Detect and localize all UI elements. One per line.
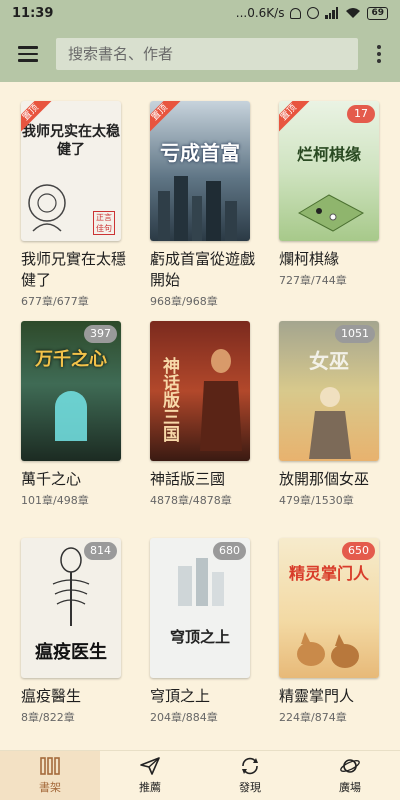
book-item[interactable]: 烂柯棋缘 置顶 17 爛柯棋緣 727章/744章 (279, 101, 389, 288)
chapter-progress: 677章/677章 (21, 295, 89, 308)
book-item[interactable]: 万千之心 397 萬千之心 101章/498章 (21, 321, 131, 508)
bookshelf-icon (40, 757, 60, 775)
book-title: 瘟疫醫生 (21, 687, 82, 705)
unread-count-badge: 1051 (335, 325, 375, 343)
book-item[interactable]: 精灵掌门人 650 精靈掌門人 224章/874章 (279, 538, 389, 725)
nav-bookshelf[interactable]: 書架 (0, 751, 100, 800)
status-bar: 11:39 ...0.6K/s 69 (0, 0, 400, 26)
book-cover: 我师兄实在太稳健了 正言 佳句 置顶 (21, 101, 121, 241)
fox-creatures-illustration (297, 632, 359, 668)
seal-stamp: 正言 佳句 (93, 211, 115, 235)
book-item[interactable]: 穹顶之上 680 穹頂之上 204章/884章 (150, 538, 260, 725)
nav-label: 發現 (239, 781, 261, 794)
chapter-progress: 101章/498章 (21, 494, 89, 507)
book-cover: 亏成首富 置顶 (150, 101, 250, 241)
book-item[interactable]: 我师兄实在太稳健了 正言 佳句 置顶 我师兄實在太穩健了 677章/677章 (21, 101, 131, 309)
unread-count-badge: 680 (213, 542, 246, 560)
unread-count-badge: 17 (347, 105, 375, 123)
go-board-illustration (297, 194, 365, 232)
cover-text: 烂柯棋缘 (296, 145, 361, 164)
chapter-progress: 727章/744章 (279, 274, 347, 287)
book-title: 爛柯棋緣 (279, 250, 340, 268)
chapter-progress: 968章/968章 (150, 295, 218, 308)
book-item[interactable]: 神话版三国 神話版三國 4878章/4878章 (150, 321, 260, 508)
bookshelf-grid: 我师兄实在太稳健了 正言 佳句 置顶 我师兄實在太穩健了 677章/677章 亏成… (0, 82, 400, 750)
hamburger-menu-icon[interactable] (0, 26, 56, 82)
paper-plane-icon (140, 757, 160, 775)
cartoon-illustration (28, 184, 66, 232)
cover-text: 神话版三国 (159, 356, 179, 442)
book-cover: 万千之心 397 (21, 321, 121, 461)
book-title: 精靈掌門人 (279, 687, 355, 705)
nav-label: 書架 (39, 781, 61, 794)
cover-text: 女巫 (309, 349, 349, 373)
nav-square[interactable]: 廣場 (300, 751, 400, 800)
pinned-badge: 置顶 (150, 101, 183, 136)
status-time: 11:39 (12, 5, 54, 21)
nav-discover[interactable]: 發現 (200, 751, 300, 800)
wifi-icon (346, 8, 361, 18)
chapter-progress: 204章/884章 (150, 711, 218, 724)
battery-icon: 69 (367, 6, 388, 20)
book-cover: 精灵掌门人 650 (279, 538, 379, 678)
book-title: 穹頂之上 (150, 687, 211, 705)
book-item[interactable]: 女巫 1051 放開那個女巫 479章/1530章 (279, 321, 389, 508)
unread-count-badge: 650 (342, 542, 375, 560)
book-title: 神話版三國 (150, 470, 226, 488)
pinned-badge: 置顶 (279, 101, 312, 136)
nav-label: 推薦 (139, 781, 161, 794)
book-cover: 神话版三国 (150, 321, 250, 461)
cover-text: 亏成首富 (160, 141, 240, 165)
bottom-navigation: 書架 推薦 發現 廣場 (0, 750, 400, 800)
cover-text: 我师兄实在太稳健了 (22, 124, 120, 158)
discover-refresh-icon (242, 757, 258, 775)
glowing-doorway (55, 391, 87, 441)
alarm-clock-icon (307, 7, 320, 19)
book-item[interactable]: 亏成首富 置顶 虧成首富從遊戲開始 968章/968章 (150, 101, 260, 309)
unread-count-badge: 814 (84, 542, 117, 560)
chapter-progress: 4878章/4878章 (150, 494, 232, 507)
book-cover: 瘟疫医生 814 (21, 538, 121, 678)
book-cover: 穹顶之上 680 (150, 538, 250, 678)
book-cover: 女巫 1051 (279, 321, 379, 461)
unread-count-badge: 397 (84, 325, 117, 343)
search-input[interactable] (56, 38, 358, 70)
status-icons: ...0.6K/s 69 (236, 6, 388, 20)
book-cover: 烂柯棋缘 置顶 17 (279, 101, 379, 241)
cover-text: 精灵掌门人 (288, 564, 369, 583)
city-skyline (158, 176, 237, 241)
more-vertical-icon[interactable] (358, 26, 400, 82)
chapter-progress: 8章/822章 (21, 711, 75, 724)
warrior-illustration (200, 349, 242, 451)
nav-recommend[interactable]: 推薦 (100, 751, 200, 800)
book-title: 我师兄實在太穩健了 (21, 250, 127, 289)
mute-bell-icon (290, 7, 302, 19)
book-item[interactable]: 瘟疫医生 814 瘟疫醫生 8章/822章 (21, 538, 131, 725)
chapter-progress: 224章/874章 (279, 711, 347, 724)
nav-label: 廣場 (339, 781, 361, 794)
network-speed: ...0.6K/s (235, 6, 285, 20)
witch-illustration (309, 387, 351, 459)
app-bar (0, 26, 400, 82)
cover-text: 穹顶之上 (169, 628, 230, 646)
cover-text: 万千之心 (35, 349, 107, 370)
cover-text: 瘟疫医生 (35, 642, 107, 663)
book-title: 虧成首富從遊戲開始 (150, 250, 256, 289)
signal-icon (325, 7, 339, 19)
book-title: 放開那個女巫 (279, 470, 370, 488)
abstract-building-illustration (178, 558, 224, 606)
book-title: 萬千之心 (21, 470, 82, 488)
planet-icon (340, 759, 360, 773)
chapter-progress: 479章/1530章 (279, 494, 354, 507)
